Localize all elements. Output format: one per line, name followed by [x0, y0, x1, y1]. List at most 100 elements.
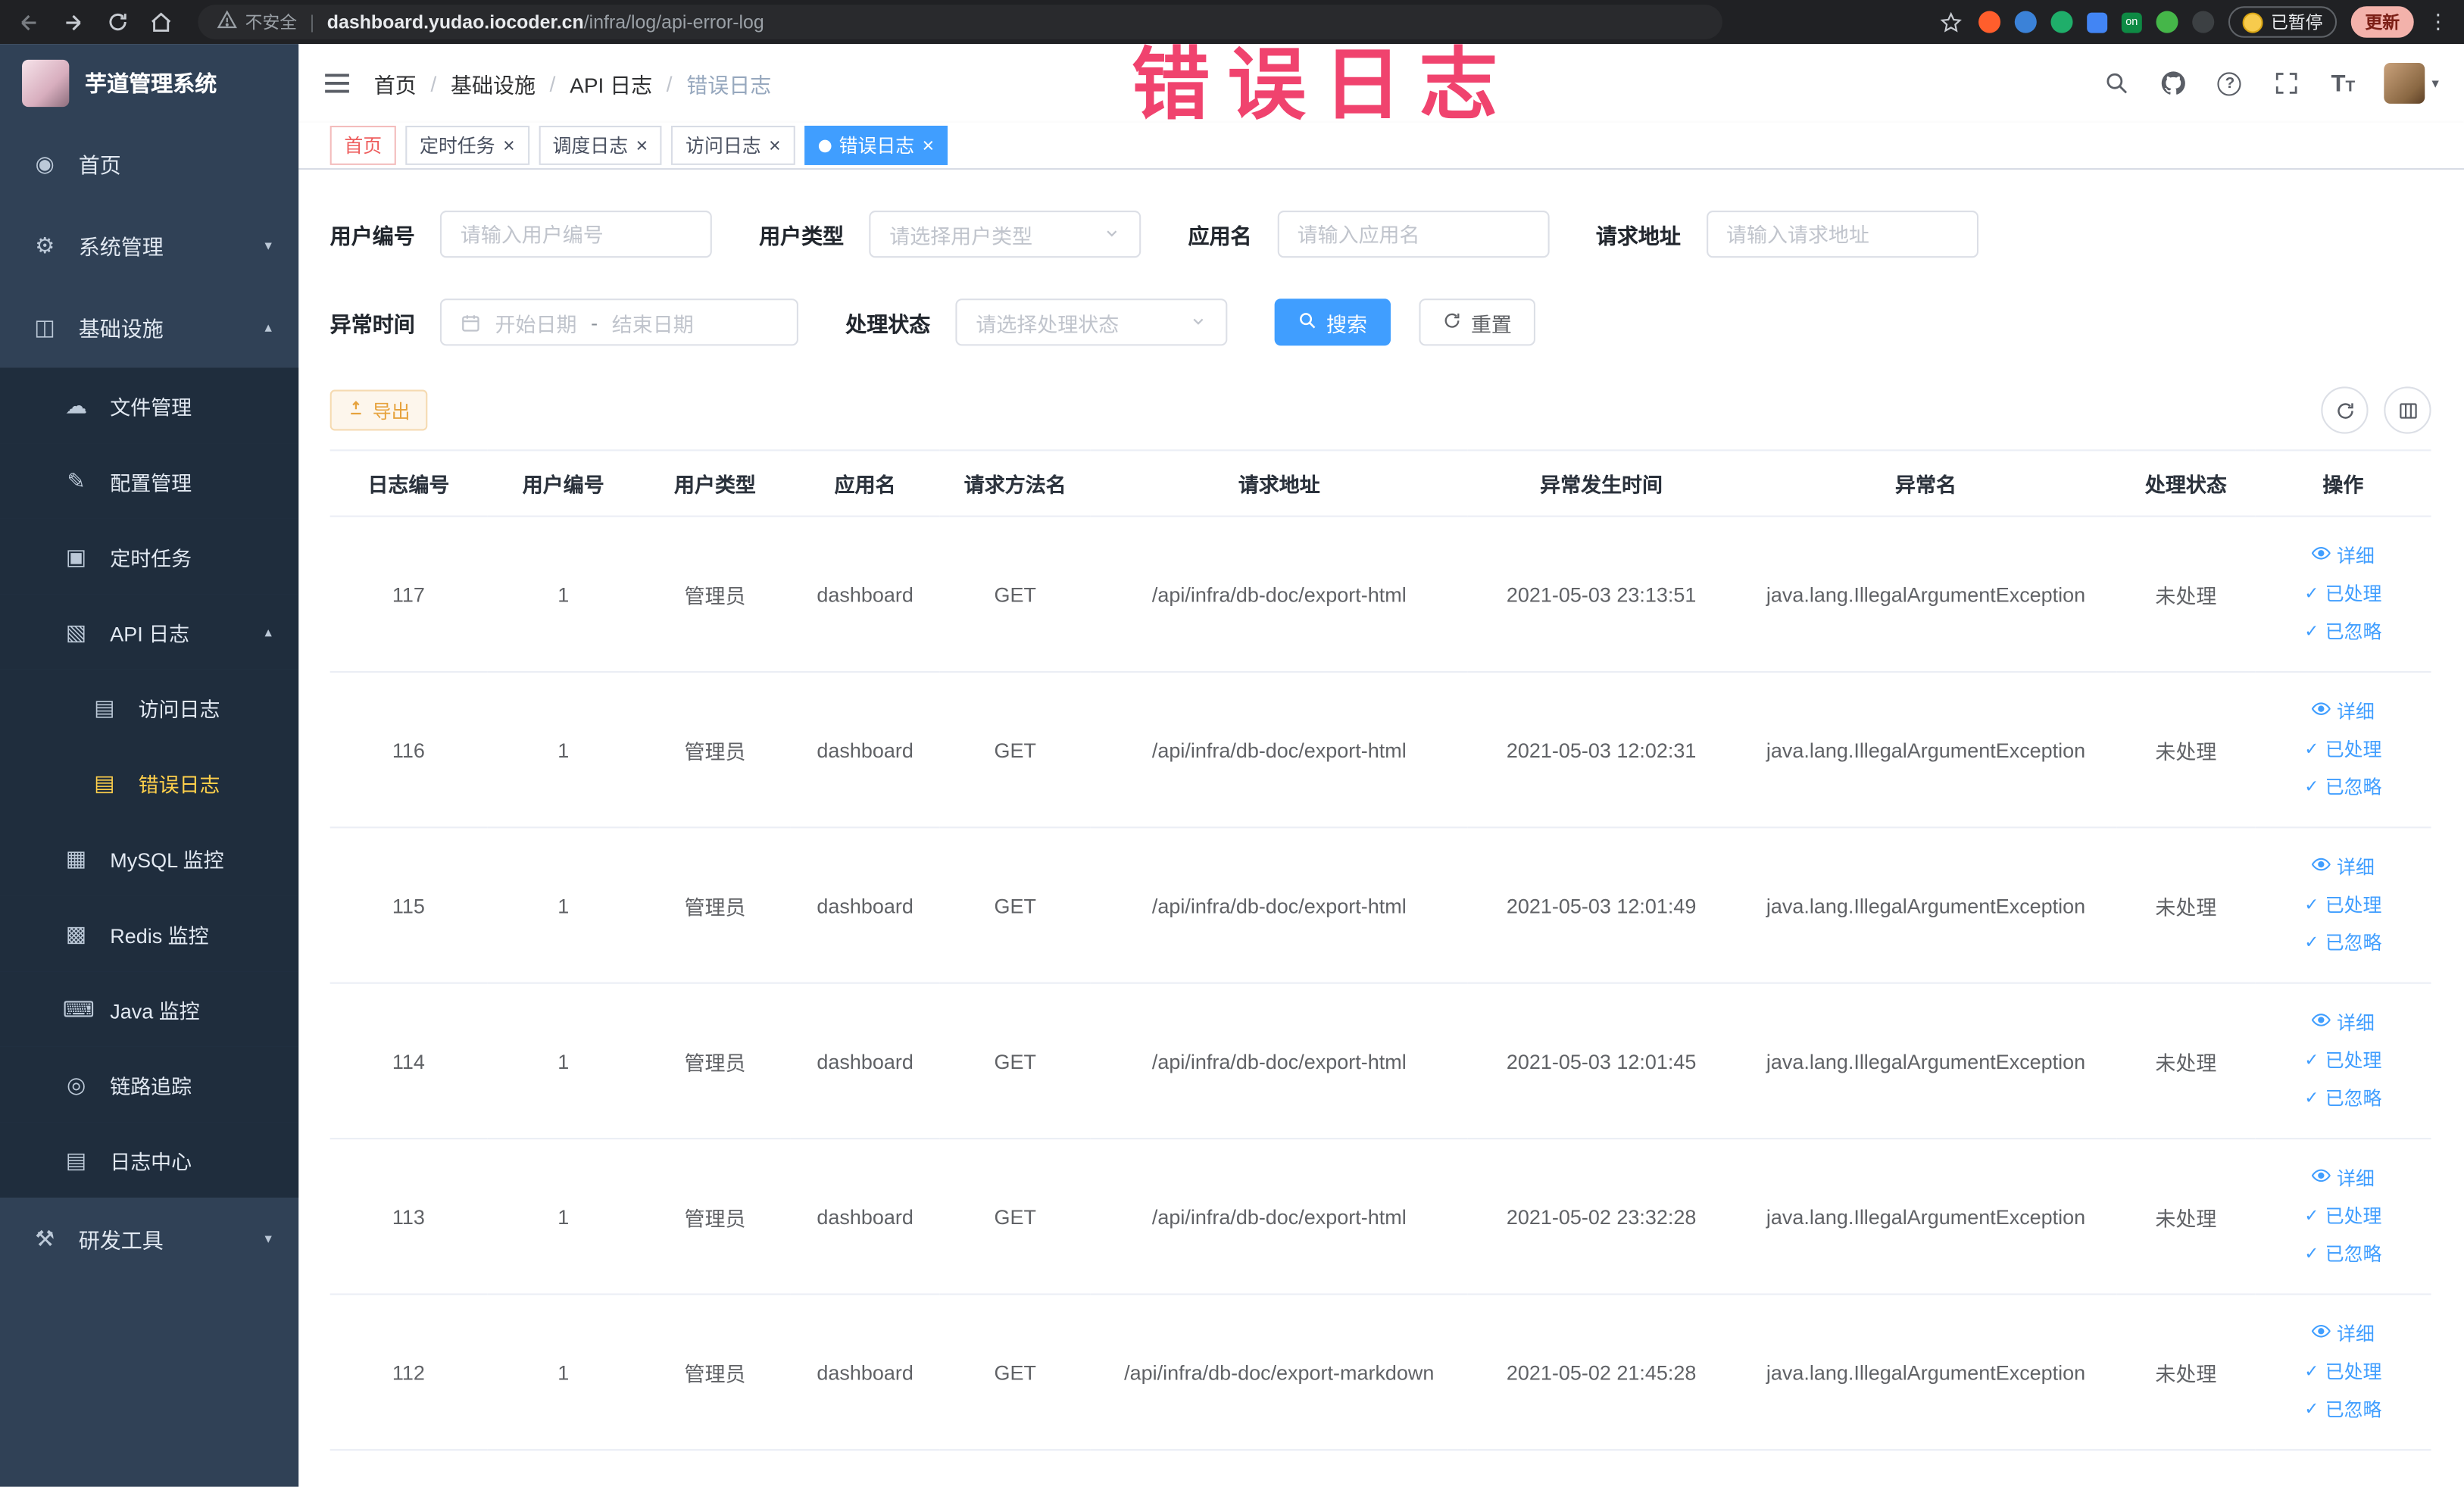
detail-link[interactable]: 详细 [2261, 1316, 2425, 1354]
process-status-select[interactable]: 请选择处理状态 [955, 298, 1228, 346]
detail-link[interactable]: 详细 [2261, 693, 2425, 731]
browser-menu-icon[interactable]: ⋮ [2428, 9, 2448, 34]
cell-user-id: 1 [487, 671, 640, 829]
header-actions: ? TT ▾ [2102, 62, 2439, 104]
user-type-select[interactable]: 请选择用户类型 [869, 211, 1141, 258]
close-icon[interactable]: × [503, 135, 515, 155]
sidebar-item-log-center[interactable]: ▤ 日志中心 [0, 1122, 299, 1198]
mark-ignored-link[interactable]: ✓ 已忽略 [2261, 924, 2425, 962]
close-icon[interactable]: × [923, 135, 935, 155]
column-header: 异常名 [1735, 450, 2117, 517]
extension-icon[interactable] [2192, 11, 2215, 33]
sidebar-item-error-log[interactable]: ▤ 错误日志 [0, 745, 299, 820]
close-icon[interactable]: × [769, 135, 781, 155]
extension-on-badge[interactable]: on [2121, 11, 2142, 33]
extension-icon[interactable] [2156, 11, 2178, 33]
github-icon[interactable] [2159, 68, 2188, 98]
sidebar-item-trace[interactable]: ◎ 链路追踪 [0, 1046, 299, 1123]
check-icon: ✓ [2304, 1089, 2319, 1108]
app-name-input[interactable] [1276, 211, 1549, 258]
sidebar-item-redis-monitor[interactable]: ▩ Redis 监控 [0, 895, 299, 972]
sidebar-item-config-management[interactable]: ✎ 配置管理 [0, 443, 299, 519]
refresh-button[interactable] [2321, 386, 2369, 434]
bookmark-star-icon[interactable] [1938, 8, 1964, 35]
mark-ignored-link[interactable]: ✓ 已忽略 [2261, 1079, 2425, 1117]
cell-user-id: 1 [487, 516, 640, 673]
fullscreen-icon[interactable] [2272, 68, 2301, 98]
mark-ignored-link[interactable]: ✓ 已忽略 [2261, 1236, 2425, 1273]
breadcrumb-item[interactable]: 首页 [374, 67, 417, 98]
cell-status: 未处理 [2116, 516, 2256, 673]
sidebar-item-system-management[interactable]: ⚙ 系统管理 ▾ [0, 205, 298, 286]
back-icon[interactable] [16, 8, 42, 35]
column-settings-button[interactable] [2384, 386, 2431, 434]
eye-icon [2311, 848, 2331, 886]
reload-icon[interactable] [104, 8, 130, 35]
sidebar-item-dev-tools[interactable]: ⚒ 研发工具 ▾ [0, 1198, 298, 1279]
sidebar-item-home[interactable]: ◉ 首页 [0, 123, 298, 205]
cell-actions: 详细 ✓ 已处理 ✓ 已忽略 [2255, 516, 2431, 673]
detail-link[interactable]: 详细 [2261, 538, 2425, 576]
mark-ignored-link[interactable]: ✓ 已忽略 [2261, 1391, 2425, 1429]
breadcrumb-item[interactable]: API 日志 [570, 67, 652, 98]
extension-icon[interactable] [2014, 11, 2037, 33]
mark-ignored-link[interactable]: ✓ 已忽略 [2261, 769, 2425, 807]
forward-icon[interactable] [60, 8, 86, 35]
tab-access-log[interactable]: 访问日志 × [671, 125, 795, 165]
mark-processed-link[interactable]: ✓ 已处理 [2261, 731, 2425, 769]
hamburger-icon[interactable] [323, 72, 350, 94]
paused-chip[interactable]: 已暂停 [2228, 6, 2338, 38]
tools-icon: ⚒ [35, 1225, 55, 1251]
mark-ignored-link[interactable]: ✓ 已忽略 [2261, 613, 2425, 651]
sidebar-item-file-management[interactable]: ☁ 文件管理 [0, 367, 299, 444]
cell-exception-time: 2021-05-02 23:32:28 [1467, 1139, 1735, 1295]
search-button[interactable]: 搜索 [1274, 298, 1391, 346]
export-button[interactable]: 导出 [329, 389, 428, 431]
sidebar-item-scheduled-tasks[interactable]: ▣ 定时任务 [0, 518, 299, 595]
filter-row-1: 用户编号 用户类型 请选择用户类型 应用名 [330, 211, 2431, 258]
table-row: 112 1 管理员 dashboard GET /api/infra/db-do… [329, 1294, 2431, 1451]
user-id-input[interactable] [439, 211, 712, 258]
column-header: 用户类型 [639, 450, 791, 517]
breadcrumb-item[interactable]: 基础设施 [451, 67, 536, 98]
help-icon[interactable]: ? [2215, 68, 2244, 98]
column-header: 应用名 [790, 450, 940, 517]
sidebar-item-mysql-monitor[interactable]: ▦ MySQL 监控 [0, 820, 299, 896]
font-size-icon[interactable]: TT [2328, 68, 2358, 98]
extension-icon[interactable] [2050, 11, 2073, 33]
mark-processed-link[interactable]: ✓ 已处理 [2261, 1198, 2425, 1236]
detail-link[interactable]: 详细 [2261, 1160, 2425, 1198]
sidebar-item-infrastructure[interactable]: ◫ 基础设施 ▴ [0, 286, 298, 368]
sidebar-item-access-log[interactable]: ▤ 访问日志 [0, 669, 299, 745]
tab-scheduled-tasks[interactable]: 定时任务 × [405, 125, 529, 165]
column-header: 用户编号 [487, 450, 640, 517]
chevron-down-icon [1190, 311, 1207, 334]
reset-button[interactable]: 重置 [1419, 298, 1536, 346]
column-header: 异常发生时间 [1467, 450, 1735, 517]
detail-link[interactable]: 详细 [2261, 848, 2425, 886]
cell-log-id: 112 [329, 1294, 488, 1451]
sidebar-item-api-logs[interactable]: ▧ API 日志 ▴ [0, 594, 299, 670]
mark-processed-link[interactable]: ✓ 已处理 [2261, 575, 2425, 613]
tab-home[interactable]: 首页 [329, 125, 396, 165]
tab-schedule-log[interactable]: 调度日志 × [538, 125, 662, 165]
sidebar-item-java-monitor[interactable]: ⌨ Java 监控 [0, 971, 299, 1047]
tab-error-log[interactable]: 错误日志 × [804, 125, 948, 165]
extension-icon[interactable] [1978, 11, 2001, 33]
home-icon[interactable] [148, 8, 174, 35]
search-icon[interactable] [2102, 68, 2131, 98]
document-icon: ▤ [65, 1146, 87, 1172]
security-status[interactable]: 不安全 [217, 9, 297, 34]
update-button[interactable]: 更新 [2350, 6, 2414, 38]
request-url-input[interactable] [1706, 211, 1978, 258]
mark-processed-link[interactable]: ✓ 已处理 [2261, 886, 2425, 924]
cell-method: GET [939, 982, 1091, 1140]
close-icon[interactable]: × [636, 135, 648, 155]
detail-link[interactable]: 详细 [2261, 1004, 2425, 1042]
mark-processed-link[interactable]: ✓ 已处理 [2261, 1042, 2425, 1080]
cell-status: 未处理 [2116, 1294, 2256, 1451]
exception-time-range-picker[interactable]: 开始日期 - 结束日期 [439, 298, 798, 346]
user-menu[interactable]: ▾ [2384, 62, 2439, 104]
extension-icon[interactable] [2087, 11, 2108, 33]
mark-processed-link[interactable]: ✓ 已处理 [2261, 1353, 2425, 1391]
